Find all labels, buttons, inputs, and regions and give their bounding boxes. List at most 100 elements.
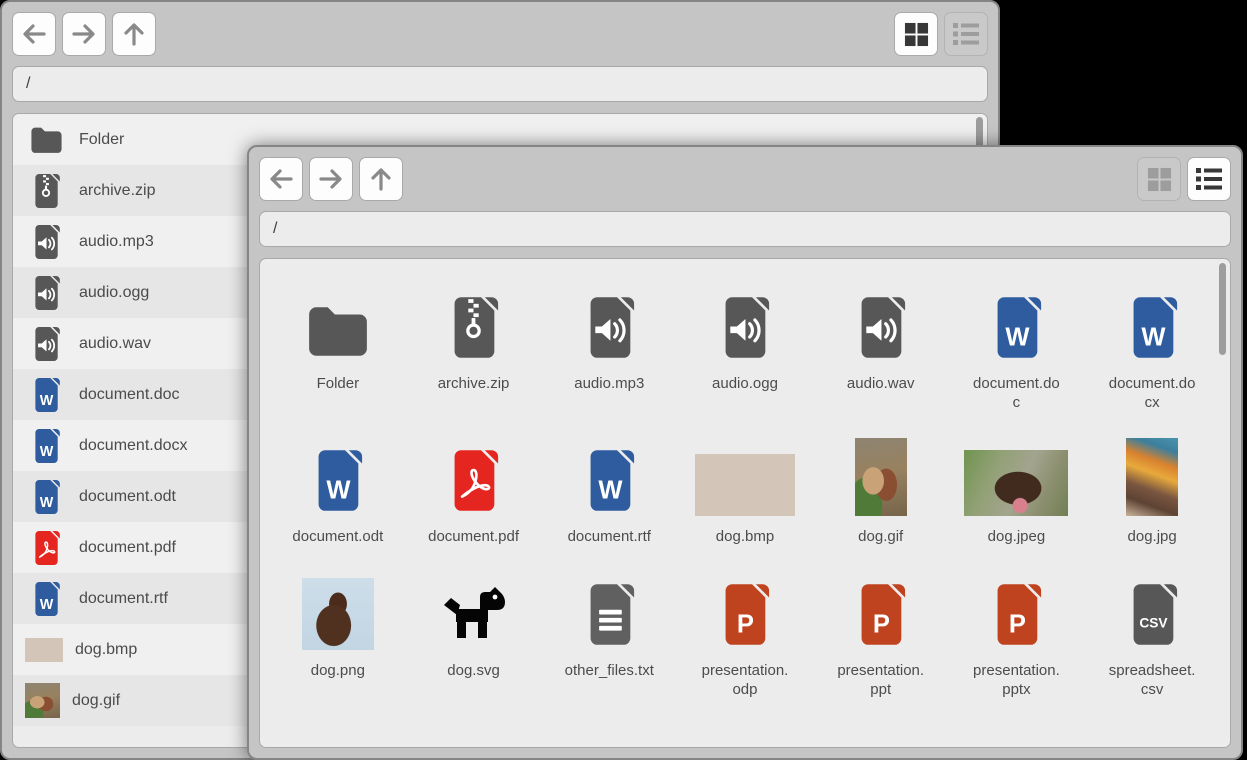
grid-item[interactable]: CSV spreadsheet.csv — [1086, 572, 1218, 699]
file-name: archive.zip — [437, 375, 510, 392]
ppt-icon: P — [854, 584, 907, 650]
pdf-icon — [25, 530, 67, 565]
word-icon: W — [311, 450, 364, 516]
back-button[interactable] — [12, 12, 56, 56]
file-name: document.odt — [79, 487, 176, 505]
audio-icon — [25, 326, 67, 361]
up-button[interactable] — [112, 12, 156, 56]
up-button[interactable] — [359, 157, 403, 201]
grid-view-icon — [1147, 167, 1172, 192]
path-text: / — [26, 75, 31, 92]
file-name: document.docx — [1108, 375, 1196, 411]
word-icon: W — [25, 581, 67, 616]
file-name: document.doc — [973, 375, 1060, 411]
file-name: document.rtf — [567, 528, 651, 545]
word-icon: W — [25, 428, 67, 463]
svg-text:W: W — [1005, 323, 1030, 351]
audio-icon — [718, 297, 771, 363]
file-name: dog.jpeg — [987, 528, 1046, 545]
list-view-icon — [953, 22, 979, 46]
grid-item[interactable]: dog.bmp — [679, 438, 811, 546]
file-name: audio.ogg — [712, 375, 778, 392]
pdf-icon — [447, 450, 500, 516]
file-name: archive.zip — [79, 181, 156, 199]
ppt-icon: P — [990, 584, 1043, 650]
arrow-right-icon — [317, 165, 345, 193]
audio-icon — [25, 224, 67, 259]
file-name: presentation.pptx — [973, 662, 1060, 698]
svg-text:W: W — [40, 495, 54, 511]
toolbar — [12, 12, 988, 56]
grid-item[interactable]: W document.docx — [1086, 285, 1218, 412]
forward-button[interactable] — [62, 12, 106, 56]
file-name: document.odt — [292, 528, 384, 545]
word-icon: W — [25, 479, 67, 514]
list-view-button[interactable] — [944, 12, 988, 56]
txt-icon — [583, 584, 636, 650]
file-name: audio.ogg — [79, 283, 150, 301]
file-name: other_files.txt — [564, 662, 654, 679]
word-icon: W — [583, 450, 636, 516]
file-name: audio.mp3 — [79, 232, 154, 250]
arrow-right-icon — [70, 20, 98, 48]
path-bar[interactable]: / — [259, 211, 1231, 247]
photo-bmp-icon — [694, 454, 795, 516]
svg-text:P: P — [737, 610, 754, 638]
ppt-icon: P — [718, 584, 771, 650]
grid-item[interactable]: audio.mp3 — [543, 285, 675, 412]
list-view-button[interactable] — [1187, 157, 1231, 201]
word-icon: W — [1126, 297, 1179, 363]
folder-icon — [25, 126, 67, 154]
zip-icon — [25, 173, 67, 208]
grid-item[interactable]: W document.rtf — [543, 438, 675, 546]
path-text: / — [273, 220, 278, 237]
svg-text:W: W — [598, 476, 623, 504]
back-button[interactable] — [259, 157, 303, 201]
svg-text:P: P — [873, 610, 890, 638]
folder-icon — [305, 304, 371, 363]
grid-item[interactable]: W document.doc — [951, 285, 1083, 412]
file-name: Folder — [79, 130, 125, 148]
grid-item[interactable]: audio.wav — [815, 285, 947, 412]
scrollbar-thumb[interactable] — [1219, 263, 1226, 355]
grid-view-button[interactable] — [1137, 157, 1181, 201]
grid-item[interactable]: document.pdf — [408, 438, 540, 546]
file-name: presentation.odp — [701, 662, 789, 698]
forward-button[interactable] — [309, 157, 353, 201]
arrow-up-icon — [367, 165, 395, 193]
grid-view-icon — [904, 22, 929, 47]
grid-item[interactable]: other_files.txt — [543, 572, 675, 699]
grid-item[interactable]: W document.odt — [272, 438, 404, 546]
file-name: dog.bmp — [715, 528, 775, 545]
grid-item[interactable]: dog.jpeg — [951, 438, 1083, 546]
grid-item[interactable]: dog.jpg — [1086, 438, 1218, 546]
photo-png-icon — [301, 578, 374, 650]
svg-text:W: W — [40, 393, 54, 409]
svg-text:W: W — [40, 597, 54, 613]
grid-item[interactable]: P presentation.ppt — [815, 572, 947, 699]
file-name: dog.gif — [72, 691, 121, 709]
file-name: dog.bmp — [75, 640, 138, 658]
file-name: document.docx — [79, 436, 188, 454]
grid-item[interactable]: P presentation.pptx — [951, 572, 1083, 699]
grid-item[interactable]: Folder — [272, 285, 404, 412]
grid-item[interactable]: archive.zip — [408, 285, 540, 412]
photo-bmp-icon — [25, 637, 63, 662]
svg-text:CSV: CSV — [1139, 616, 1168, 631]
grid-item[interactable]: dog.png — [272, 572, 404, 699]
grid-view-button[interactable] — [894, 12, 938, 56]
grid-item[interactable]: audio.ogg — [679, 285, 811, 412]
file-name: audio.mp3 — [574, 375, 645, 392]
grid-item[interactable]: dog.svg — [408, 572, 540, 699]
arrow-left-icon — [20, 20, 48, 48]
grid-item[interactable]: dog.gif — [815, 438, 947, 546]
toolbar — [259, 157, 1231, 201]
file-name: spreadsheet.csv — [1108, 662, 1196, 698]
photo-jpg-icon — [1126, 438, 1179, 516]
csv-icon: CSV — [1126, 584, 1179, 650]
zip-icon — [447, 297, 500, 363]
arrow-left-icon — [267, 165, 295, 193]
audio-icon — [854, 297, 907, 363]
path-bar[interactable]: / — [12, 66, 988, 102]
grid-item[interactable]: P presentation.odp — [679, 572, 811, 699]
